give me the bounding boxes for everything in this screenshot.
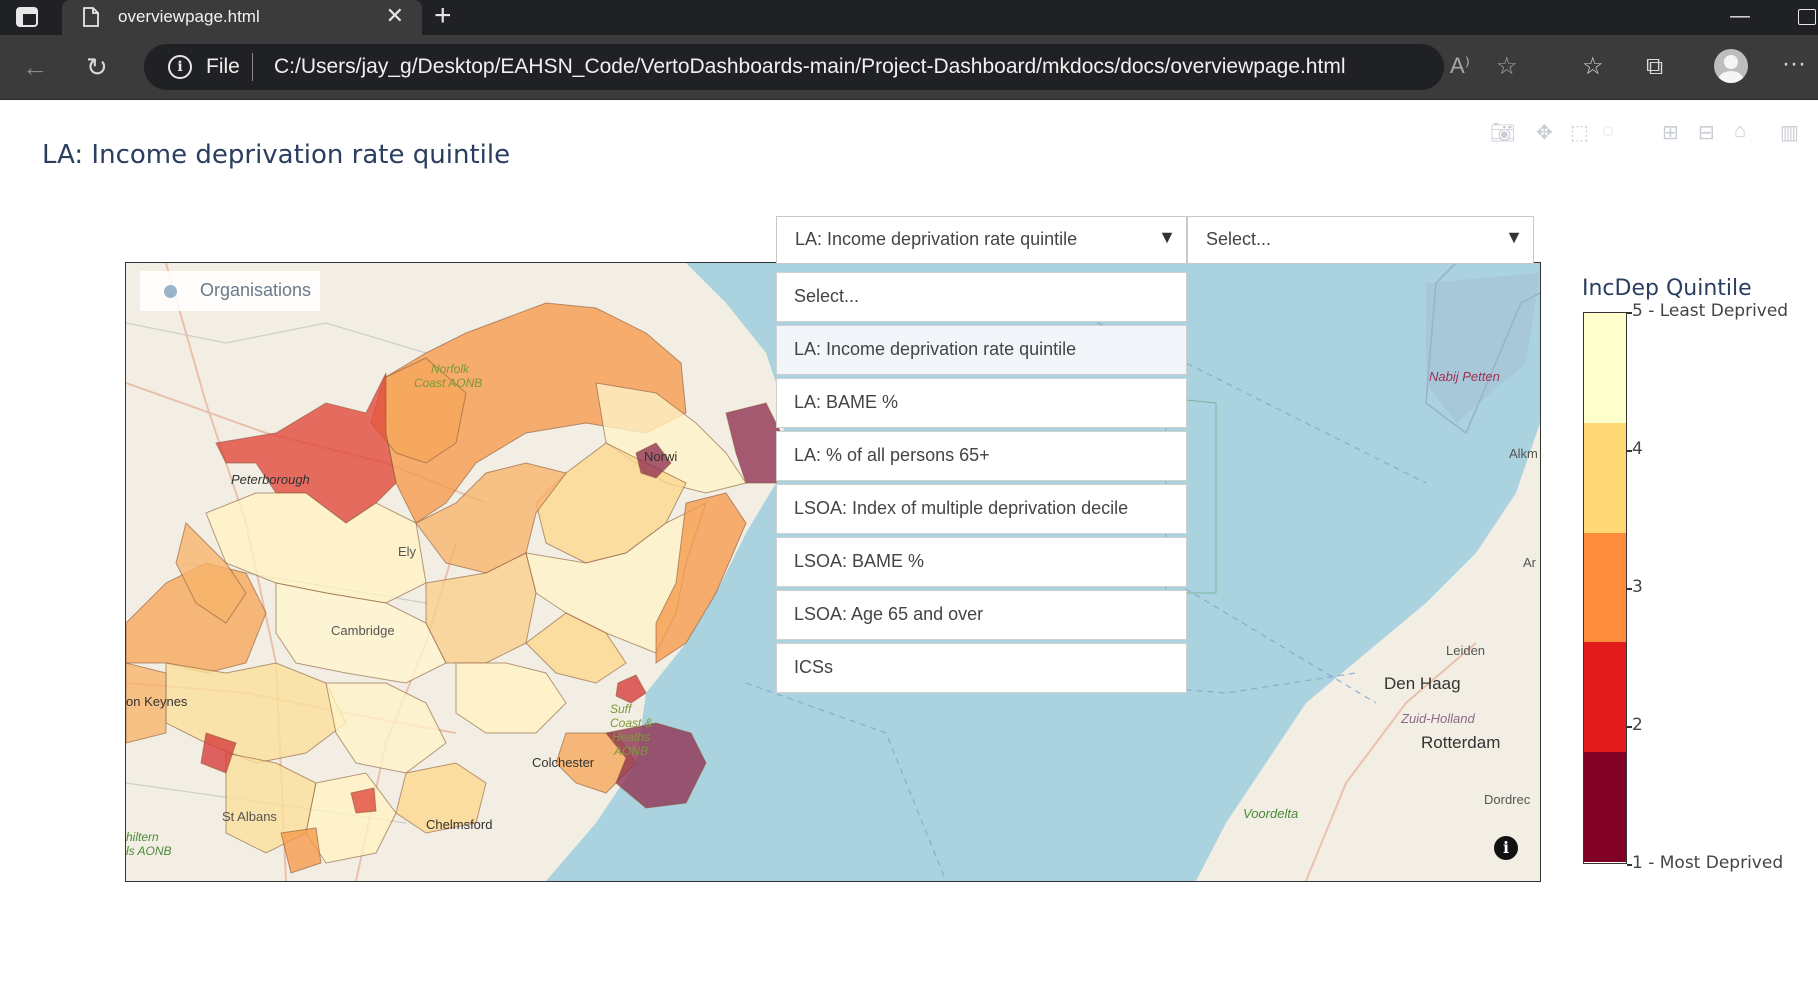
map-label-chiltern-2: ls AONB (126, 844, 172, 858)
plotly-logo-icon[interactable]: ▥ (1780, 120, 1799, 145)
map-label-milton-keynes: on Keynes (126, 694, 188, 709)
box-select-icon[interactable]: ⬚ (1570, 120, 1589, 145)
metric-dropdown-value: LA: Income deprivation rate quintile (795, 229, 1078, 249)
more-menu-icon[interactable]: ··· (1782, 49, 1806, 79)
colorbar-tick-mark (1627, 312, 1632, 314)
colorbar-segment (1584, 532, 1626, 643)
menu-option[interactable]: LA: % of all persons 65+ (776, 431, 1187, 481)
menu-option[interactable]: LA: BAME % (776, 378, 1187, 428)
colorbar-title: IncDep Quintile (1582, 276, 1752, 301)
maximize-icon[interactable] (1798, 9, 1816, 25)
map-label-cambridge: Cambridge (331, 623, 395, 638)
zoom-in-icon[interactable]: ⊞ (1662, 120, 1679, 145)
map-label-suffolk: Suff (610, 702, 633, 716)
favorites-icon[interactable]: ☆ (1582, 52, 1604, 82)
map-label-nabij-petten: Nabij Petten (1429, 369, 1500, 384)
metric-dropdown-menu: Select... LA: Income deprivation rate qu… (776, 272, 1187, 696)
map-label-colchester: Colchester (532, 755, 595, 770)
profile-avatar[interactable] (1714, 49, 1748, 83)
secondary-dropdown-value: Select... (1206, 229, 1272, 249)
map-label-voordelta: Voordelta (1243, 806, 1298, 821)
colorbar-segment (1584, 752, 1626, 862)
map-attribution-info-icon[interactable]: i (1494, 836, 1518, 860)
colorbar-tick-label: 5 - Least Deprived (1632, 301, 1789, 321)
tab-close-icon[interactable]: ✕ (386, 5, 404, 27)
browser-tab-bar: overviewpage.html ✕ + — (0, 0, 1818, 35)
menu-option-selected[interactable]: LA: Income deprivation rate quintile (776, 325, 1187, 375)
map-label-den-haag: Den Haag (1384, 674, 1461, 693)
chevron-down-icon[interactable]: ▼ (1158, 227, 1176, 248)
pan-icon[interactable]: ✥ (1536, 120, 1553, 145)
add-favorite-icon[interactable]: ☆ (1496, 52, 1518, 81)
metric-dropdown[interactable]: LA: Income deprivation rate quintile ▼ (776, 216, 1187, 264)
map-label-zuid-holland: Zuid-Holland (1400, 711, 1475, 726)
chevron-down-icon[interactable]: ▼ (1505, 227, 1523, 248)
reset-view-icon[interactable]: ⌂ (1734, 120, 1746, 143)
menu-option[interactable]: Select... (776, 272, 1187, 322)
read-aloud-icon[interactable]: A⁾ (1450, 53, 1470, 79)
menu-option[interactable]: LSOA: BAME % (776, 537, 1187, 587)
map-label-norfolk-aonb-2: Coast AONB (414, 376, 482, 390)
colorbar-tick-label: 3 (1632, 577, 1643, 597)
legend-marker (164, 285, 177, 298)
colorbar-segment (1584, 313, 1626, 423)
map-label-st-albans: St Albans (222, 809, 277, 824)
address-scheme-label: File (206, 55, 240, 78)
map-label-norwich: Norwi (644, 449, 677, 464)
colorbar-tick-mark (1627, 864, 1632, 866)
map-label-ar: Ar (1523, 555, 1537, 570)
map-label-ely: Ely (398, 544, 417, 559)
new-tab-icon[interactable]: + (434, 1, 452, 31)
map-label-chiltern: hiltern (126, 830, 159, 844)
zoom-out-icon[interactable]: ⊟ (1698, 120, 1715, 145)
minimize-icon[interactable]: — (1730, 5, 1750, 28)
map-label-suffolk-2: Coast & (610, 716, 653, 730)
map-label-leiden: Leiden (1446, 643, 1485, 658)
menu-option[interactable]: LSOA: Index of multiple deprivation deci… (776, 484, 1187, 534)
colorbar-segment (1584, 422, 1626, 533)
file-icon (83, 7, 99, 27)
legend-label: Organisations (200, 280, 312, 300)
organisations-legend[interactable]: Organisations (140, 271, 320, 311)
url-text[interactable]: C:/Users/jay_g/Desktop/EAHSN_Code/VertoD… (274, 55, 1345, 79)
browser-tab[interactable]: overviewpage.html ✕ (62, 0, 422, 35)
browser-toolbar: ← ↻ i File C:/Users/jay_g/Desktop/EAHSN_… (0, 35, 1818, 100)
menu-option[interactable]: ICSs (776, 643, 1187, 693)
address-bar[interactable]: i File C:/Users/jay_g/Desktop/EAHSN_Code… (144, 44, 1518, 90)
address-separator (252, 53, 253, 81)
tab-title: overviewpage.html (118, 7, 260, 26)
map-label-rotterdam: Rotterdam (1421, 733, 1500, 752)
colorbar-tick-label: 4 (1632, 439, 1643, 459)
map-label-chelmsford: Chelmsford (426, 817, 492, 832)
map-label-norfolk-aonb: Norfolk (431, 362, 470, 376)
map-label-suffolk-4: AONB (613, 744, 648, 758)
colorbar-tick-mark (1627, 450, 1632, 452)
colorbar-segment (1584, 642, 1626, 753)
secondary-dropdown[interactable]: Select... ▼ (1187, 216, 1534, 264)
colorbar-tick-mark (1627, 588, 1632, 590)
tab-actions-icon[interactable] (16, 7, 38, 27)
map-label-dordrecht: Dordrec (1484, 792, 1531, 807)
menu-option[interactable]: LSOA: Age 65 and over (776, 590, 1187, 640)
lasso-select-icon[interactable]: ◌ (1602, 120, 1614, 143)
map-label-suffolk-3: Heaths (612, 730, 650, 744)
camera-icon[interactable]: 📷︎ (1490, 120, 1515, 145)
page-title: LA: Income deprivation rate quintile (42, 140, 511, 170)
refresh-icon[interactable]: ↻ (86, 52, 108, 82)
map-label-alkmaar: Alkm (1509, 446, 1538, 461)
colorbar (1583, 312, 1627, 864)
colorbar-tick-label: 1 - Most Deprived (1632, 853, 1784, 873)
colorbar-tick-mark (1627, 726, 1632, 728)
site-info-icon[interactable]: i (168, 55, 192, 79)
map-label-peterborough: Peterborough (231, 472, 310, 487)
colorbar-tick-label: 2 (1632, 715, 1643, 735)
collections-icon[interactable]: ⧉ (1646, 52, 1663, 82)
back-icon[interactable]: ← (22, 52, 48, 82)
